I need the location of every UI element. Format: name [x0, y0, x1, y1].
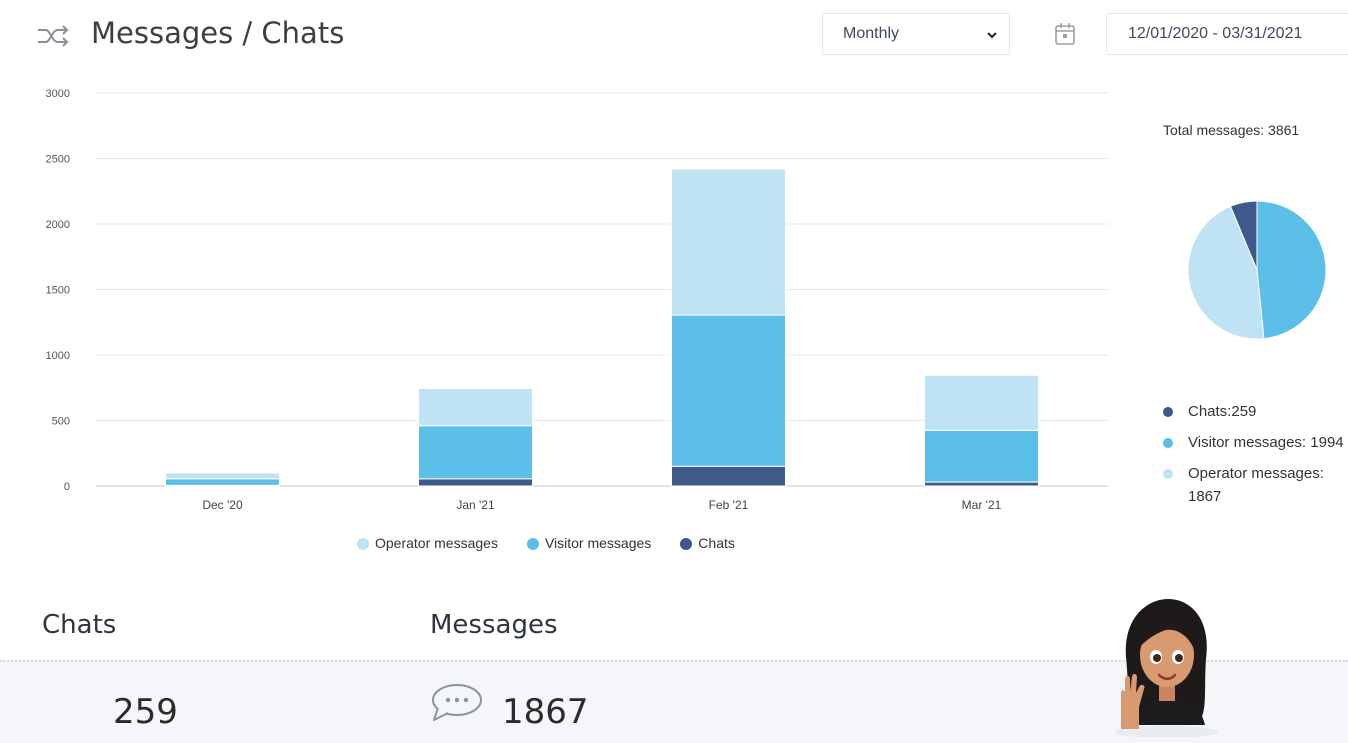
pie-legend-item-operator: Operator messages: 1867 — [1161, 462, 1348, 508]
bar-segment[interactable] — [671, 465, 786, 487]
calendar-icon[interactable] — [1054, 22, 1076, 46]
period-select-value: Monthly — [843, 25, 900, 42]
y-tick-label: 1500 — [46, 285, 70, 297]
bar-segment[interactable] — [418, 478, 533, 487]
stacked-bar-chart: 0 500 1000 1500 2000 2500 3000 Dec '20 Jan '21 Fe… — [46, 88, 1108, 512]
legend-label: Operator messages — [375, 535, 498, 551]
legend-label: Operator messages: 1867 — [1188, 465, 1324, 505]
bar-segment[interactable] — [924, 481, 1039, 487]
bar-segment[interactable] — [165, 478, 280, 486]
y-tick-label: 500 — [52, 416, 70, 428]
legend-marker — [1163, 438, 1173, 448]
page-title: Messages / Chats — [91, 16, 345, 50]
date-range-input[interactable]: 12/01/2020 - 03/31/2021 — [1106, 13, 1348, 55]
chats-stat-label: Chats — [42, 610, 117, 640]
chats-stat-value: 259 — [113, 692, 178, 732]
legend-marker — [1163, 469, 1173, 479]
period-select[interactable]: Monthly — [822, 13, 1010, 55]
legend-label: Visitor messages: 1994 — [1188, 434, 1344, 451]
x-tick-label: Dec '20 — [202, 498, 243, 512]
bar-segment[interactable] — [671, 168, 786, 316]
legend-item-visitor[interactable]: Visitor messages — [526, 535, 651, 551]
pie-legend: Chats:259 Visitor messages: 1994 Operato… — [1161, 400, 1348, 516]
pie-title: Total messages: 3861 — [1163, 122, 1300, 138]
header: Messages / Chats Monthly 12/01/2020 - 03… — [0, 0, 1348, 70]
shuffle-icon — [38, 25, 69, 47]
bar-chart-legend: Operator messages Visitor messages Chats — [356, 535, 763, 555]
y-tick-label: 1000 — [46, 350, 70, 362]
x-tick-label: Mar '21 — [962, 498, 1002, 512]
messages-stat-label: Messages — [430, 610, 558, 640]
legend-marker — [680, 538, 693, 550]
x-tick-label: Feb '21 — [709, 498, 749, 512]
bar-segment[interactable] — [924, 374, 1039, 431]
pie-legend-item-visitor: Visitor messages: 1994 — [1161, 431, 1348, 454]
pie-chart — [1187, 200, 1327, 340]
bar-segment[interactable] — [165, 472, 280, 480]
legend-item-operator[interactable]: Operator messages — [356, 535, 498, 551]
chat-bubble-icon — [432, 684, 482, 721]
y-tick-label: 0 — [64, 481, 70, 493]
legend-marker — [1163, 407, 1173, 417]
avatar-waving-icon[interactable] — [1103, 597, 1233, 737]
bar-segment[interactable] — [418, 425, 533, 480]
legend-label: Chats:259 — [1188, 403, 1257, 420]
pie-legend-item-chats: Chats:259 — [1161, 400, 1348, 423]
bar-segment[interactable] — [418, 387, 533, 427]
bar-segment[interactable] — [924, 429, 1039, 483]
legend-label: Visitor messages — [544, 535, 652, 551]
legend-marker — [357, 538, 369, 550]
legend-item-chats[interactable]: Chats — [679, 535, 735, 551]
y-tick-label: 2500 — [46, 154, 70, 166]
y-tick-label: 2000 — [46, 219, 70, 231]
messages-stat-value: 1867 — [502, 692, 589, 732]
legend-marker — [526, 538, 539, 550]
chevron-down-icon — [987, 32, 997, 39]
legend-label: Chats — [698, 535, 735, 551]
y-tick-label: 3000 — [46, 88, 70, 100]
bar-segment[interactable] — [671, 314, 786, 467]
pie-slice[interactable] — [1256, 200, 1327, 340]
x-tick-label: Jan '21 — [456, 498, 495, 512]
